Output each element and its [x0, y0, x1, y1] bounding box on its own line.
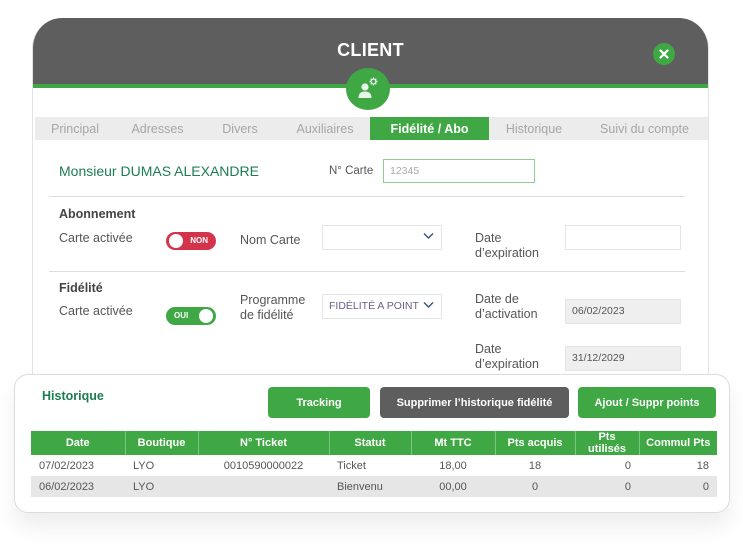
label-line: d’activation — [475, 307, 538, 321]
cell-ticket: 0010590000022 — [223, 459, 304, 472]
abonnement-carte-activee-toggle[interactable]: NON — [166, 232, 216, 250]
supprimer-historique-button[interactable]: Supprimer l’historique fidélité — [380, 387, 569, 418]
tab-historique[interactable]: Historique — [489, 117, 579, 140]
tab-principal[interactable]: Principal — [35, 117, 115, 140]
programme-fidelite-value: FIDÉLITÉ A POINT — [329, 300, 419, 312]
section-divider — [49, 271, 685, 272]
dialog-title: CLIENT — [337, 40, 404, 60]
chevron-down-icon — [423, 302, 434, 308]
fidelite-carte-activee-label: Carte activée — [59, 304, 133, 318]
historique-panel: Historique Tracking Supprimer l’historiq… — [14, 374, 730, 513]
label-line: Date — [475, 342, 502, 356]
cell-pts-acquis: 0 — [495, 476, 575, 497]
customer-name: Monsieur DUMAS ALEXANDRE — [59, 163, 259, 179]
nom-carte-select[interactable] — [322, 225, 442, 250]
tracking-button[interactable]: Tracking — [268, 387, 370, 418]
cell-statut: Ticket — [337, 459, 366, 472]
label-line: Date de — [475, 292, 519, 306]
label-line: Date — [475, 231, 502, 245]
tab-adresses[interactable]: Adresses — [115, 117, 200, 140]
cell-date: 07/02/2023 — [39, 459, 95, 472]
nom-carte-label: Nom Carte — [240, 233, 301, 247]
label-line: Programme — [240, 293, 306, 307]
programme-fidelite-label: Programme de fidélité — [240, 293, 305, 323]
abonnement-title: Abonnement — [59, 207, 136, 221]
cell-commul-pts: 0 — [639, 476, 717, 497]
tab-suivi-du-compte[interactable]: Suivi du compte — [579, 117, 708, 140]
fidelite-title: Fidélité — [59, 281, 103, 295]
abonnement-date-expiration-input[interactable] — [565, 225, 681, 250]
abonnement-date-expiration-label: Date d’expiration — [475, 231, 539, 261]
column-header-pts-utilises[interactable]: Pts utilisés — [575, 431, 640, 455]
programme-fidelite-select[interactable]: FIDÉLITÉ A POINT — [322, 294, 442, 319]
cell-mt-ttc: 00,00 — [411, 476, 495, 497]
cell-pts-acquis: 18 — [528, 459, 542, 472]
ajout-suppr-points-button[interactable]: Ajout / Suppr points — [578, 387, 716, 418]
card-number-input[interactable]: 12345 — [383, 159, 535, 183]
column-header-date[interactable]: Date — [31, 431, 126, 455]
cell-pts-utilises: 0 — [575, 476, 639, 497]
cell-date: 06/02/2023 — [31, 476, 125, 497]
label-line: d’expiration — [475, 357, 539, 371]
column-header-boutique[interactable]: Boutique — [125, 431, 199, 455]
toggle-label: NON — [190, 236, 208, 245]
label-line: de fidélité — [240, 308, 294, 322]
chevron-down-icon — [423, 233, 434, 239]
cell-ticket — [198, 476, 329, 497]
table-header-row: Date Boutique N° Ticket Statut Mt TTC Pt… — [31, 431, 717, 455]
section-divider — [49, 196, 685, 197]
user-settings-icon — [358, 77, 378, 98]
fidelite-date-expiration-input: 31/12/2029 — [565, 346, 681, 371]
column-header-pts-acquis[interactable]: Pts acquis — [495, 431, 576, 455]
date-activation-input: 06/02/2023 — [565, 299, 681, 324]
tab-fidelite-abo[interactable]: Fidélité / Abo — [370, 117, 489, 140]
fidelite-date-expiration-label: Date d’expiration — [475, 342, 539, 372]
toggle-knob — [169, 234, 183, 248]
toggle-knob — [199, 309, 213, 323]
cell-pts-utilises: 0 — [624, 459, 631, 472]
close-x-icon — [659, 49, 669, 59]
client-avatar-badge — [346, 68, 390, 110]
cell-mt-ttc: 18,00 — [439, 459, 467, 472]
tab-bar: Principal Adresses Divers Auxiliaires Fi… — [35, 117, 708, 140]
historique-title: Historique — [42, 389, 104, 403]
card-number-label: N° Carte — [329, 165, 374, 177]
abonnement-carte-activee-label: Carte activée — [59, 231, 133, 245]
cell-boutique: LYO — [133, 459, 155, 472]
table-row[interactable]: 07/02/2023 LYO 0010590000022 Ticket 18,0… — [31, 455, 717, 476]
fidelite-carte-activee-toggle[interactable]: OUI — [166, 307, 216, 325]
column-header-commul-pts[interactable]: Commul Pts — [639, 431, 717, 455]
historique-table: Date Boutique N° Ticket Statut Mt TTC Pt… — [31, 431, 717, 497]
client-dialog: CLIENT Principal Adresses Divers Auxilia… — [32, 18, 709, 398]
label-line: d’expiration — [475, 246, 539, 260]
toggle-label: OUI — [174, 311, 189, 320]
tab-divers[interactable]: Divers — [200, 117, 280, 140]
date-activation-label: Date de d’activation — [475, 292, 538, 322]
column-header-ticket[interactable]: N° Ticket — [198, 431, 330, 455]
cell-boutique: LYO — [125, 476, 198, 497]
close-button[interactable] — [653, 43, 675, 65]
column-header-mt-ttc[interactable]: Mt TTC — [411, 431, 496, 455]
tab-auxiliaires[interactable]: Auxiliaires — [280, 117, 370, 140]
cell-statut: Bienvenu — [329, 476, 411, 497]
cell-commul-pts: 18 — [696, 459, 709, 472]
column-header-statut[interactable]: Statut — [329, 431, 412, 455]
table-row[interactable]: 06/02/2023 LYO Bienvenu 00,00 0 0 0 — [31, 476, 717, 497]
